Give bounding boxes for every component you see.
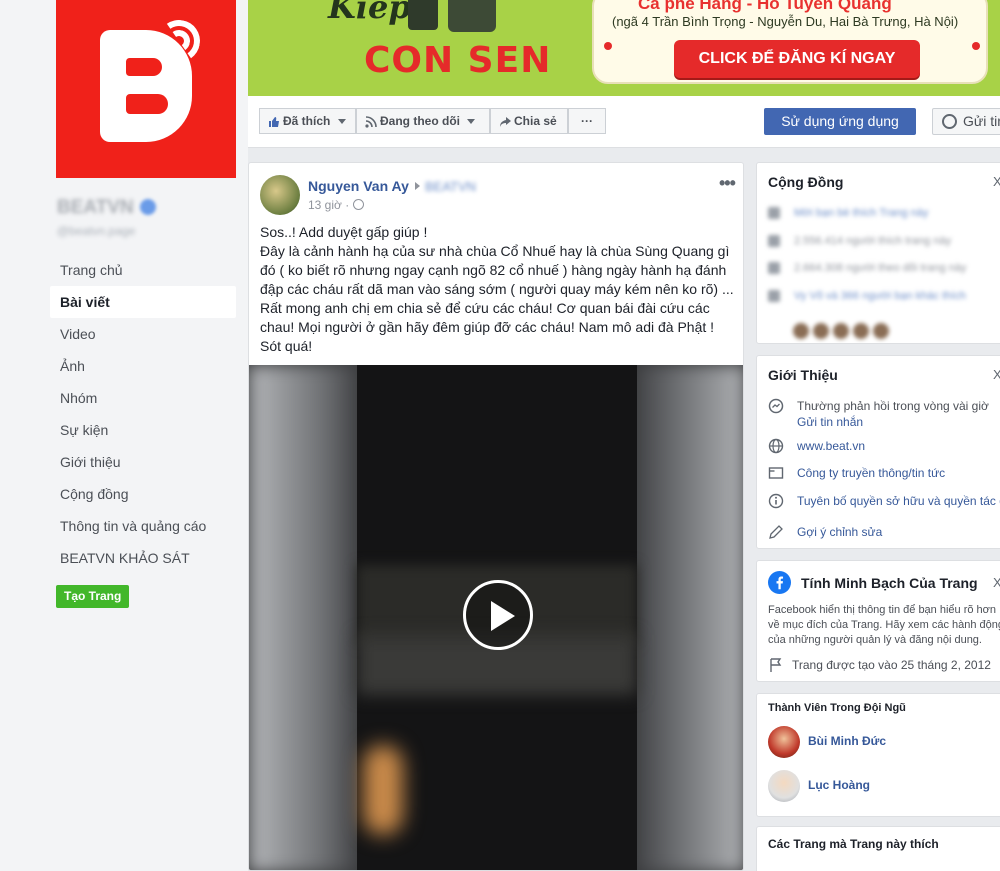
liked-pages-card: Các Trang mà Trang này thích [756, 826, 1000, 871]
community-title[interactable]: Cộng Đồng [768, 174, 843, 190]
team-member[interactable]: Bùi Minh Đức [768, 726, 1000, 760]
tag-icon [768, 467, 784, 479]
more-options-button[interactable]: ··· [568, 108, 606, 134]
page-action-bar: Đã thích Đang theo dõi Chia sẻ ··· Sử dụ… [248, 96, 1000, 148]
globe-privacy-icon[interactable] [353, 199, 364, 210]
friend-avatars[interactable] [793, 323, 893, 343]
facebook-logo-icon [768, 571, 791, 594]
category-row[interactable]: Công ty truyền thông/tin tức [768, 465, 1000, 483]
send-message-link[interactable]: Gửi tin nhắn [797, 415, 863, 429]
community-card: Cộng Đồng X Mời bạn bè thích Trang này 2… [756, 162, 1000, 344]
send-message-button[interactable]: Gửi tin [932, 108, 1000, 135]
page-profile-picture[interactable] [56, 0, 236, 178]
like-icon [768, 235, 780, 248]
page-handle[interactable]: @beatvn.page [57, 224, 135, 238]
author-avatar[interactable] [260, 175, 300, 215]
invite-icon [768, 207, 780, 220]
play-icon [491, 601, 515, 631]
post-author-name[interactable]: Nguyen Van Ay [308, 178, 409, 194]
transparency-title[interactable]: Tính Minh Bạch Của Trang [801, 575, 978, 591]
transparency-description: Facebook hiển thị thông tin để bạn hiểu … [768, 604, 1000, 646]
close-icon[interactable]: X [993, 575, 1000, 590]
ownership-row[interactable]: Tuyên bố quyền sở hữu và quyền tác giả [768, 493, 1000, 511]
cover-register-cta[interactable]: CLICK ĐỂ ĐĂNG KÍ NGAY [674, 40, 920, 78]
nav-item-about[interactable]: Giới thiệu [50, 446, 236, 478]
post-options-button[interactable]: ••• [719, 173, 736, 194]
likes-count-row: 2.556.414 người thích trang này [768, 235, 951, 248]
share-arrow-icon [500, 116, 511, 127]
suggest-edit-row[interactable]: Gợi ý chỉnh sửa [768, 524, 1000, 542]
nav-item-photos[interactable]: Ảnh [50, 350, 236, 382]
about-title[interactable]: Giới Thiệu [768, 367, 838, 383]
team-members-card: Thành Viên Trong Đội Ngũ Bùi Minh Đức Lụ… [756, 693, 1000, 817]
friends-like-row[interactable]: Vy Võ và 366 người bạn khác thích [768, 290, 966, 303]
nav-item-community[interactable]: Cộng đồng [50, 478, 236, 510]
website-row[interactable]: www.beat.vn [768, 438, 1000, 456]
post-timestamp[interactable]: 13 giờ · [308, 198, 349, 212]
post-video[interactable] [249, 365, 743, 870]
rss-feed-icon [365, 116, 377, 128]
page-navigation: Trang chủ Bài viết Video Ảnh Nhóm Sự kiệ… [50, 254, 236, 574]
about-card: Giới Thiệu X Thường phản hồi trong vòng … [756, 355, 1000, 549]
caret-right-icon [415, 182, 420, 190]
nav-item-posts[interactable]: Bài viết [50, 286, 236, 318]
use-app-button[interactable]: Sử dụng ứng dụng [764, 108, 916, 135]
liked-button[interactable]: Đã thích [259, 108, 356, 134]
created-date-row: Trang được tạo vào 25 tháng 2, 2012 [768, 657, 1000, 675]
close-icon[interactable]: X [993, 367, 1000, 382]
cover-kiep-text: Kiếp [328, 0, 411, 26]
post-text: Sos..! Add duyệt gấp giúp ! Đây là cảnh … [260, 224, 734, 354]
cover-venue-title: Cà phê Hàng - Hồ Tuyền Quang [638, 0, 892, 13]
thumbs-up-icon [269, 116, 279, 127]
friends-icon [768, 290, 780, 303]
team-title: Thành Viên Trong Đội Ngũ [768, 702, 906, 714]
invite-friends-row[interactable]: Mời bạn bè thích Trang này [768, 207, 928, 220]
flag-icon [770, 658, 782, 672]
response-time-row: Thường phản hồi trong vòng vài giờ Gửi t… [768, 398, 1000, 430]
cover-address: (ngã 4 Trần Bình Trọng - Nguyễn Du, Hai … [612, 14, 959, 29]
page-transparency-card: Tính Minh Bạch Của Trang X Facebook hiển… [756, 560, 1000, 682]
avatar[interactable] [768, 770, 800, 802]
messenger-icon [942, 114, 957, 129]
cover-figure [408, 0, 438, 30]
nav-item-events[interactable]: Sự kiện [50, 414, 236, 446]
following-button[interactable]: Đang theo dõi [356, 108, 490, 134]
cover-banner[interactable]: Kiếp CON SEN Cà phê Hàng - Hồ Tuyền Quan… [248, 0, 1000, 96]
globe-icon [768, 438, 784, 454]
page-name[interactable]: BEATVN [57, 197, 134, 219]
followers-count-row: 2.664.308 người theo dõi trang này [768, 262, 966, 275]
nav-item-videos[interactable]: Video [50, 318, 236, 350]
chevron-down-icon [337, 119, 346, 125]
play-button[interactable] [463, 580, 533, 650]
create-page-button[interactable]: Tạo Trang [56, 585, 130, 608]
close-icon[interactable]: X [993, 174, 1000, 189]
info-icon [768, 493, 784, 509]
left-column: BEATVN @beatvn.page Trang chủ Bài viết V… [0, 0, 248, 871]
verified-badge-icon [140, 199, 156, 215]
nav-item-survey[interactable]: BEATVN KHẢO SÁT [50, 542, 236, 574]
nav-item-home[interactable]: Trang chủ [50, 254, 236, 286]
pencil-icon [769, 525, 783, 539]
share-button[interactable]: Chia sẻ [490, 108, 568, 134]
post-card: Nguyen Van Ay BEATVN 13 giờ · ••• Sos..!… [248, 162, 744, 871]
nav-item-groups[interactable]: Nhóm [50, 382, 236, 414]
avatar[interactable] [768, 726, 800, 758]
cover-con-sen-text: CON SEN [364, 40, 552, 81]
team-member[interactable]: Lục Hoàng [768, 770, 1000, 804]
messenger-icon [768, 398, 784, 414]
post-target-page[interactable]: BEATVN [425, 179, 476, 194]
liked-pages-title[interactable]: Các Trang mà Trang này thích [768, 837, 939, 851]
follow-icon [768, 262, 780, 275]
chevron-down-icon [467, 119, 476, 125]
cover-figure [448, 0, 496, 32]
nav-item-info-ads[interactable]: Thông tin và quảng cáo [50, 510, 236, 542]
